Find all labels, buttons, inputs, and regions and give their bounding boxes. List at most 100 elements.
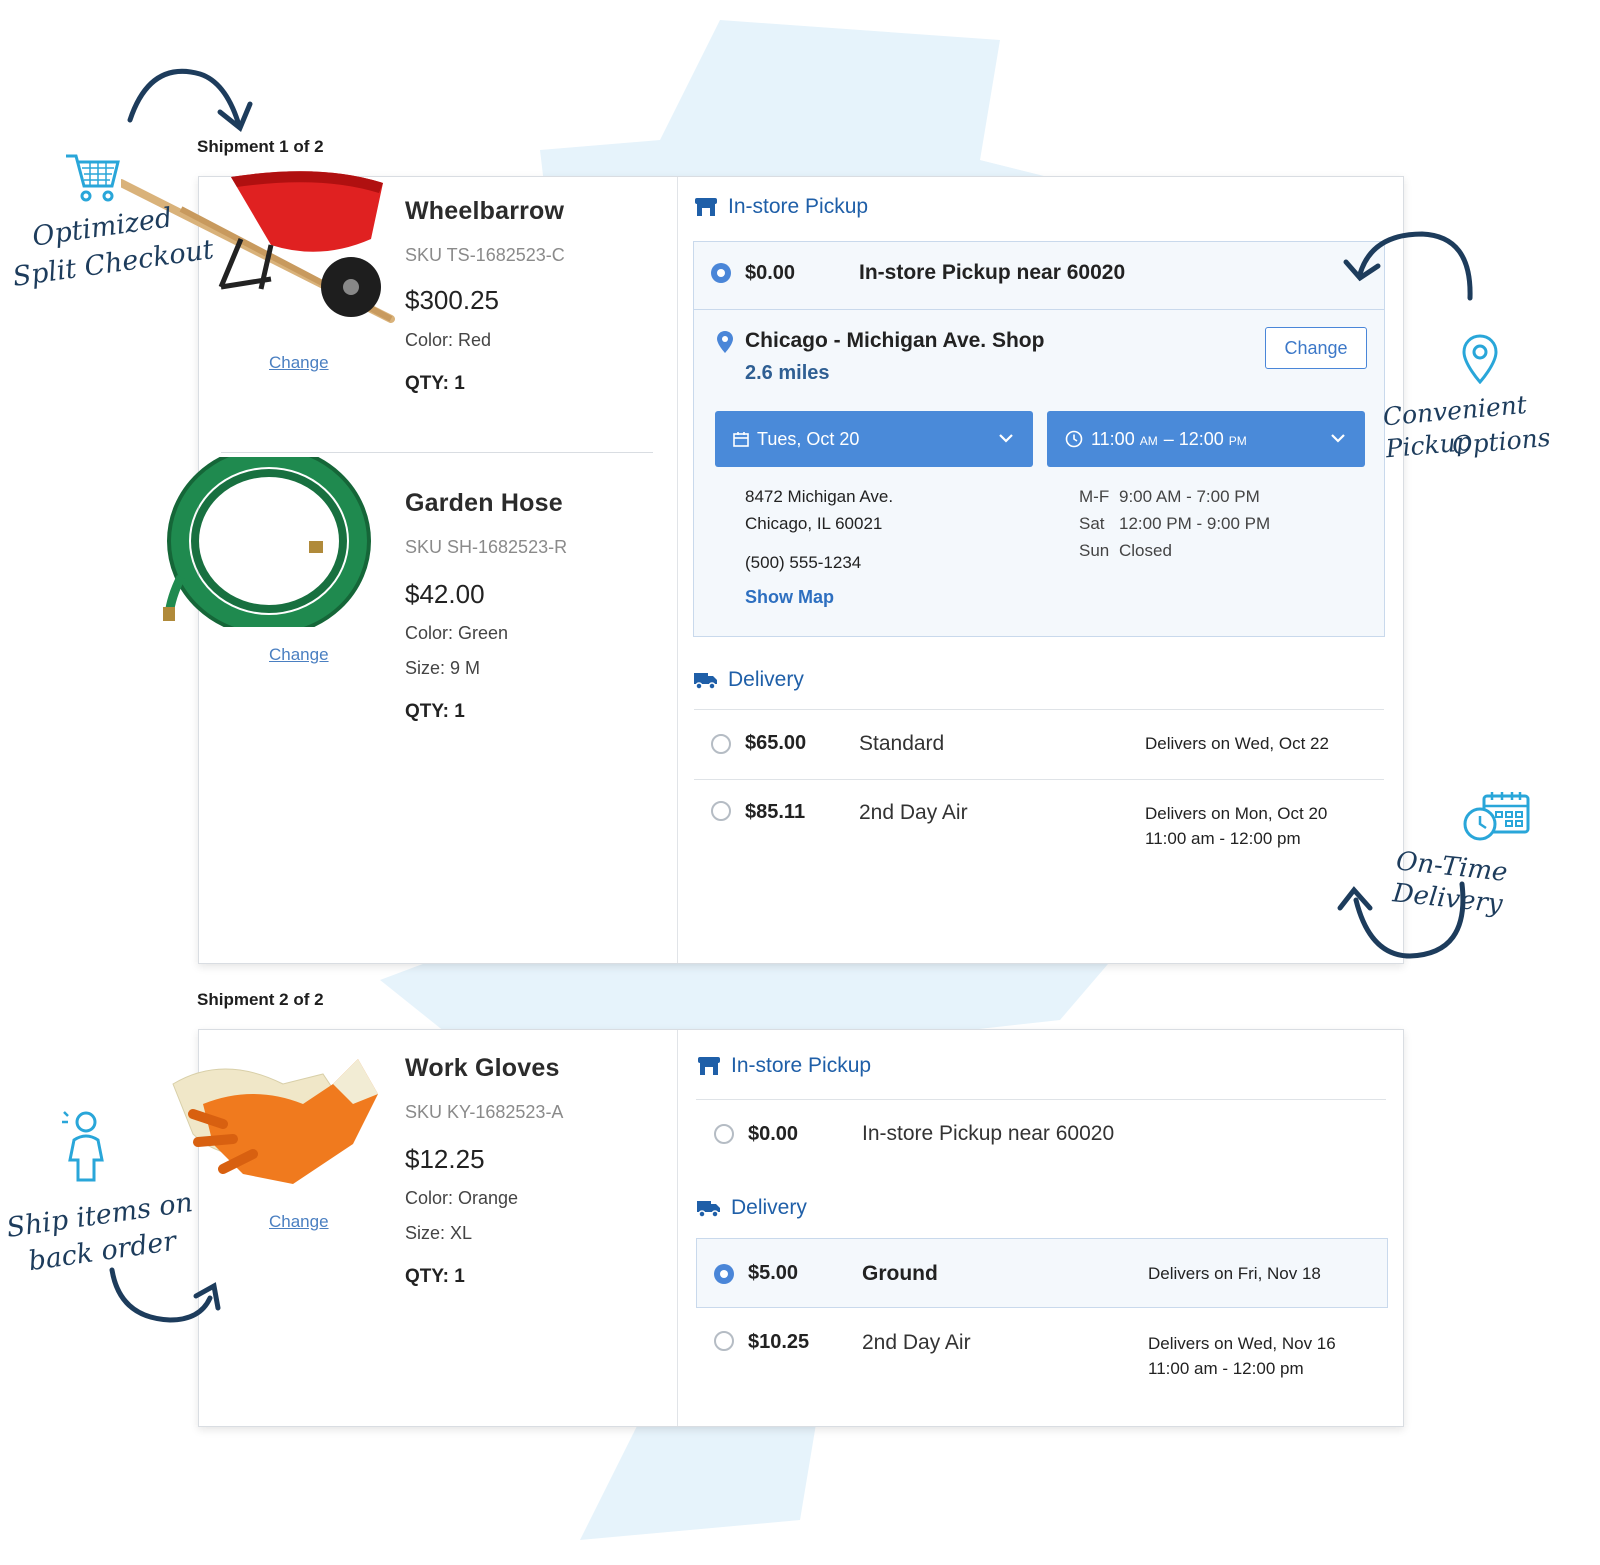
- show-map-link[interactable]: Show Map: [745, 587, 834, 608]
- pickup-date-value: Tues, Oct 20: [757, 428, 860, 449]
- product-size: Size: XL: [405, 1223, 473, 1243]
- location-pin-icon: [717, 331, 733, 353]
- delivery-price: $65.00: [745, 732, 807, 754]
- delivery-method: 2nd Day Air: [862, 1331, 971, 1354]
- pickup-option-row[interactable]: $0.00 In-store Pickup near 60020: [711, 261, 1371, 285]
- product-work-gloves: Work Gloves SKU KY-1682523-A $12.25 Colo…: [172, 1030, 677, 1410]
- truck-icon: [697, 1201, 720, 1218]
- product-name: Garden Hose: [405, 489, 563, 517]
- product-name: Work Gloves: [405, 1054, 560, 1082]
- product-sku: SKU TS-1682523-C: [405, 245, 565, 265]
- delivery-method: Ground: [862, 1261, 938, 1285]
- product-color: Color: Orange: [405, 1188, 519, 1208]
- delivery-eta: Delivers on Wed, Nov 16: [1148, 1334, 1336, 1353]
- product-size: Size: 9 M: [405, 658, 481, 678]
- curved-arrow-icon: [127, 68, 253, 133]
- store-address-line1: 8472 Michigan Ave.: [745, 487, 894, 506]
- product-garden-hose: Garden Hose SKU SH-1682523-R $42.00 Colo…: [163, 457, 677, 767]
- delivery-radio[interactable]: [714, 1263, 734, 1284]
- delivery-option-row[interactable]: $10.25 2nd Day Air Delivers on Wed, Nov …: [714, 1331, 1374, 1381]
- store-address-line2: Chicago, IL 60021: [745, 514, 883, 533]
- product-sku: SKU KY-1682523-A: [405, 1102, 564, 1122]
- pickup-time-start: 11:00: [1091, 428, 1135, 449]
- chevron-down-icon: [1331, 434, 1345, 443]
- card-divider: [677, 1030, 678, 1426]
- product-qty: QTY: 1: [405, 373, 465, 394]
- pickup-option-divider: [694, 309, 1384, 310]
- product-wheelbarrow: Wheelbarrow SKU TS-1682523-C $300.25 Col…: [121, 171, 677, 457]
- delivery-eta-time: 11:00 am - 12:00 pm: [1148, 1359, 1304, 1378]
- section-heading-text: Delivery: [728, 668, 804, 691]
- change-product-link[interactable]: Change: [269, 1212, 329, 1232]
- shopping-cart-icon: [66, 154, 120, 202]
- delivery-price: $85.11: [745, 801, 806, 823]
- pickup-radio[interactable]: [711, 263, 731, 283]
- curved-arrow-icon: [109, 1267, 221, 1323]
- delivery-eta-time: 11:00 am - 12:00 pm: [1145, 829, 1301, 848]
- hours-time: Closed: [1119, 541, 1172, 560]
- product-sku: SKU SH-1682523-R: [405, 537, 568, 557]
- truck-icon: [694, 673, 717, 690]
- clock-icon: [1065, 430, 1083, 448]
- in-store-pickup-heading: In-store Pickup: [697, 1054, 871, 1078]
- delivery-eta-group: Delivers on Mon, Oct 20 11:00 am - 12:00…: [1145, 801, 1327, 851]
- product-qty: QTY: 1: [405, 1266, 465, 1287]
- delivery-radio[interactable]: [711, 733, 731, 754]
- change-product-link[interactable]: Change: [269, 645, 329, 665]
- pickup-price: $0.00: [745, 261, 796, 284]
- calendar-clock-icon: [1463, 792, 1530, 841]
- store-name: Chicago - Michigan Ave. Shop: [745, 329, 1045, 352]
- shipment-1-label: Shipment 1 of 2: [197, 137, 324, 156]
- chevron-down-icon: [999, 434, 1013, 443]
- product-name: Wheelbarrow: [405, 197, 565, 225]
- product-price: $12.25: [405, 1144, 485, 1174]
- pickup-time-select[interactable]: 11:00 AM – 12:00 PM: [1047, 411, 1365, 467]
- delivery-price: $10.25: [748, 1331, 810, 1353]
- person-icon: [62, 1111, 104, 1182]
- delivery-divider: [694, 779, 1384, 780]
- pickup-radio[interactable]: [714, 1124, 734, 1144]
- hours-day: M-F: [1079, 487, 1110, 506]
- shipment-2-label: Shipment 2 of 2: [197, 990, 324, 1009]
- store-icon: [695, 198, 717, 216]
- shipment-2-card: Work Gloves SKU KY-1682523-A $12.25 Colo…: [172, 1029, 1404, 1427]
- delivery-eta: Delivers on Wed, Oct 22: [1145, 734, 1329, 753]
- hours-time: 9:00 AM - 7:00 PM: [1119, 487, 1260, 506]
- delivery-option-row[interactable]: $5.00 Ground Delivers on Fri, Nov 18: [714, 1261, 1374, 1286]
- product-separator: [221, 452, 653, 453]
- delivery-radio[interactable]: [714, 1331, 734, 1351]
- delivery-divider: [694, 709, 1384, 710]
- pickup-date-select[interactable]: Tues, Oct 20: [715, 411, 1033, 467]
- delivery-eta: Delivers on Fri, Nov 18: [1148, 1264, 1321, 1283]
- work-gloves-image: [172, 1059, 378, 1184]
- pickup-divider: [696, 1099, 1386, 1100]
- shipment-1-card: Wheelbarrow SKU TS-1682523-C $300.25 Col…: [121, 171, 1404, 964]
- pickup-option-row[interactable]: $0.00 In-store Pickup near 60020: [714, 1122, 1374, 1146]
- location-pin-icon: [1462, 334, 1498, 384]
- product-color: Color: Green: [405, 623, 509, 643]
- delivery-method: 2nd Day Air: [859, 801, 968, 824]
- pickup-label: In-store Pickup near 60020: [859, 261, 1126, 284]
- product-qty: QTY: 1: [405, 701, 465, 722]
- delivery-price: $5.00: [748, 1262, 799, 1284]
- store-phone: (500) 555-1234: [745, 553, 862, 572]
- delivery-option-row[interactable]: $85.11 2nd Day Air Delivers on Mon, Oct …: [711, 801, 1371, 851]
- product-price: $42.00: [405, 579, 485, 609]
- delivery-heading: Delivery: [694, 668, 804, 692]
- change-product-link[interactable]: Change: [269, 353, 329, 373]
- change-store-button[interactable]: Change: [1265, 327, 1367, 369]
- pickup-price: $0.00: [748, 1122, 799, 1145]
- card-divider: [677, 177, 678, 963]
- store-distance: 2.6 miles: [745, 362, 830, 384]
- pickup-time-am: AM: [1139, 434, 1158, 448]
- in-store-pickup-heading: In-store Pickup: [694, 195, 868, 219]
- delivery-option-row[interactable]: $65.00 Standard Delivers on Wed, Oct 22: [711, 731, 1371, 756]
- curved-arrow-icon: [1337, 881, 1466, 959]
- pickup-label: In-store Pickup near 60020: [862, 1122, 1115, 1145]
- delivery-eta-group: Delivers on Wed, Nov 16 11:00 am - 12:00…: [1148, 1331, 1336, 1381]
- hours-day: Sun: [1079, 541, 1110, 560]
- product-price: $300.25: [405, 285, 499, 315]
- section-heading-text: In-store Pickup: [728, 195, 869, 218]
- delivery-radio[interactable]: [711, 801, 731, 821]
- delivery-method: Standard: [859, 731, 945, 755]
